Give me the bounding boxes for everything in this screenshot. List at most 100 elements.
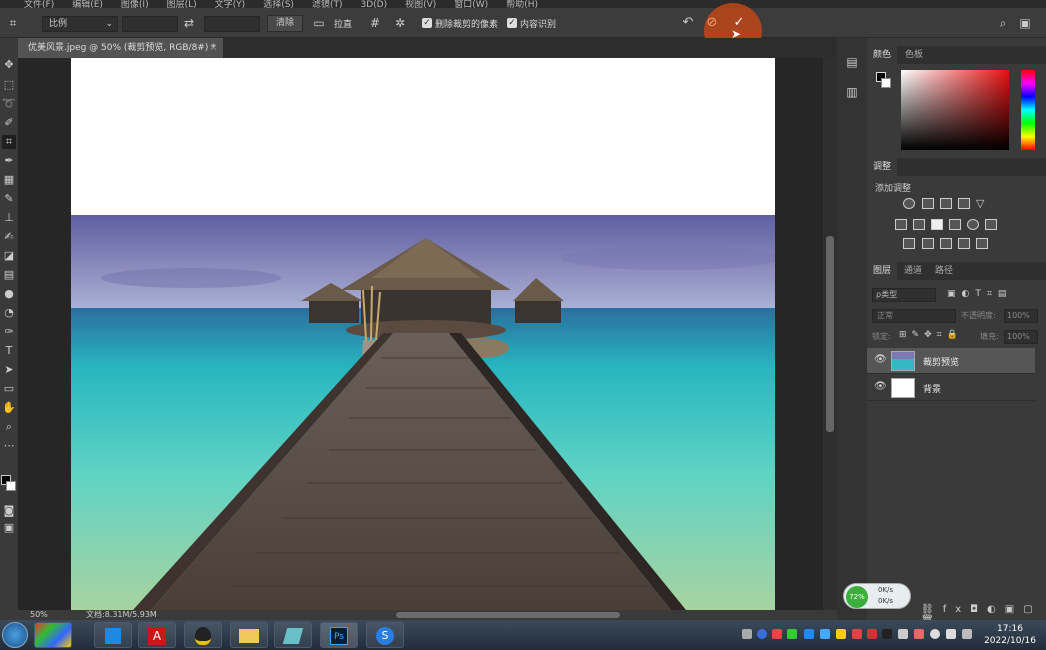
- taskbar-app-sogou[interactable]: S: [366, 622, 404, 648]
- taskbar-app-explorer[interactable]: [230, 622, 268, 648]
- channel-mixer-icon[interactable]: [967, 219, 979, 230]
- workspace-icon[interactable]: ▣: [1018, 16, 1032, 30]
- tray-red-icon[interactable]: [772, 629, 782, 639]
- fill-input[interactable]: 100%: [1004, 330, 1038, 344]
- tab-paths[interactable]: 路径: [929, 262, 959, 280]
- crop-tool-icon[interactable]: ⌗: [2, 135, 16, 149]
- taskbar-app-qq[interactable]: [184, 622, 222, 648]
- grid-overlay-icon[interactable]: #: [368, 16, 382, 30]
- history-panel-icon[interactable]: ▤: [845, 55, 859, 69]
- tab-adjustments[interactable]: 调整: [867, 158, 898, 176]
- brush-tool-icon[interactable]: ✎: [2, 192, 16, 206]
- tray-network-icon[interactable]: [930, 629, 940, 639]
- tray-security-icon[interactable]: [852, 629, 862, 639]
- clone-stamp-tool-icon[interactable]: ⊥: [2, 211, 16, 225]
- black-white-icon[interactable]: [931, 219, 943, 230]
- marquee-tool-icon[interactable]: ⬚: [2, 78, 16, 92]
- gradient-tool-icon[interactable]: ▤: [2, 268, 16, 282]
- vertical-scroll-thumb[interactable]: [826, 236, 834, 432]
- gear-icon[interactable]: ✲: [393, 16, 407, 30]
- tray-app-icon[interactable]: [867, 629, 877, 639]
- eyedropper-tool-icon[interactable]: ✒: [2, 154, 16, 168]
- hue-slider[interactable]: [1021, 70, 1035, 150]
- document-image[interactable]: [71, 58, 775, 610]
- color-balance-icon[interactable]: [913, 219, 925, 230]
- tab-color[interactable]: 颜色: [867, 46, 898, 64]
- canvas-area[interactable]: [18, 58, 823, 610]
- background-swatch[interactable]: [881, 78, 891, 88]
- tray-record-icon[interactable]: [914, 629, 924, 639]
- eye-icon[interactable]: 👁: [874, 354, 887, 365]
- photo-filter-icon[interactable]: [949, 219, 961, 230]
- exposure-icon[interactable]: [958, 198, 970, 209]
- hue-saturation-icon[interactable]: [895, 219, 907, 230]
- eye-icon[interactable]: 👁: [874, 381, 887, 392]
- healing-brush-tool-icon[interactable]: ▦: [2, 173, 16, 187]
- clock-date[interactable]: 2022/10/16: [981, 636, 1039, 646]
- reset-crop-icon[interactable]: ↶: [681, 16, 695, 30]
- tab-channels[interactable]: 通道: [898, 262, 928, 280]
- content-aware-checkbox[interactable]: ✓: [507, 18, 517, 28]
- layer-kind-filter[interactable]: ρ类型: [872, 288, 936, 302]
- taskbar-app-teal[interactable]: [274, 622, 312, 648]
- tab-layers[interactable]: 图层: [867, 262, 898, 280]
- tab-swatches[interactable]: 色板: [899, 46, 929, 64]
- taskbar-app-photoshop[interactable]: Ps: [320, 622, 358, 648]
- tray-volume-icon[interactable]: [898, 629, 908, 639]
- taskbar-app-colorful[interactable]: [34, 622, 72, 648]
- clear-button[interactable]: 清除: [267, 15, 303, 32]
- tray-display-icon[interactable]: [946, 629, 956, 639]
- levels-icon[interactable]: [922, 198, 934, 209]
- color-lookup-icon[interactable]: [985, 219, 997, 230]
- straighten-icon[interactable]: ▭: [312, 16, 326, 30]
- layer-row-crop-preview[interactable]: 👁 裁剪预览: [867, 348, 1035, 374]
- gradient-map-icon[interactable]: [976, 238, 988, 249]
- invert-icon[interactable]: [903, 238, 915, 249]
- blur-tool-icon[interactable]: ●: [2, 287, 16, 301]
- tray-blue-icon[interactable]: [804, 629, 814, 639]
- straighten-label[interactable]: 拉直: [334, 17, 352, 30]
- tray-flag-icon[interactable]: [962, 629, 972, 639]
- eraser-tool-icon[interactable]: ◪: [2, 249, 16, 263]
- screen-mode-icon[interactable]: ▣: [2, 521, 16, 535]
- selective-color-icon[interactable]: [958, 238, 970, 249]
- threshold-icon[interactable]: [940, 238, 952, 249]
- width-input[interactable]: [122, 16, 178, 32]
- rectangle-tool-icon[interactable]: ▭: [2, 382, 16, 396]
- lasso-tool-icon[interactable]: ➰: [2, 97, 16, 111]
- height-input[interactable]: [204, 16, 260, 32]
- taskbar-app-autocad[interactable]: A: [138, 622, 176, 648]
- posterize-icon[interactable]: [922, 238, 934, 249]
- tray-cloud-icon[interactable]: [820, 629, 830, 639]
- tray-help-icon[interactable]: [757, 629, 767, 639]
- zoom-level[interactable]: 50%: [30, 610, 48, 620]
- tray-yellow-icon[interactable]: [836, 629, 846, 639]
- move-tool-icon[interactable]: ✥: [2, 58, 16, 72]
- opacity-input[interactable]: 100%: [1004, 309, 1038, 323]
- horizontal-scroll-thumb[interactable]: [396, 612, 620, 618]
- taskbar-app-blue[interactable]: [94, 622, 132, 648]
- layer-filter-icons[interactable]: ▣◐T⌗▤: [947, 289, 1012, 299]
- network-monitor[interactable]: 72% 0K/s 0K/s: [843, 583, 911, 609]
- zoom-tool-icon[interactable]: ⌕: [2, 420, 16, 434]
- more-tools-icon[interactable]: ⋯: [2, 439, 16, 453]
- tray-keyboard-icon[interactable]: [742, 629, 752, 639]
- brightness-icon[interactable]: [903, 198, 915, 209]
- swap-icon[interactable]: ⇄: [182, 16, 196, 30]
- start-button[interactable]: [2, 622, 28, 648]
- close-icon[interactable]: ×: [209, 38, 217, 58]
- tray-qq-icon[interactable]: [882, 629, 892, 639]
- quick-mask-icon[interactable]: ◙: [2, 504, 16, 518]
- search-icon[interactable]: ⌕: [996, 16, 1010, 30]
- crop-tool-icon[interactable]: ⌗: [6, 16, 20, 30]
- delete-cropped-checkbox[interactable]: ✓: [422, 18, 432, 28]
- vibrance-icon[interactable]: ▽: [976, 198, 988, 209]
- cancel-crop-icon[interactable]: ⊘: [704, 16, 720, 30]
- color-picker-field[interactable]: [901, 70, 1009, 150]
- properties-panel-icon[interactable]: ▥: [845, 85, 859, 99]
- blend-mode-select[interactable]: 正常: [872, 309, 956, 323]
- pen-tool-icon[interactable]: ✑: [2, 325, 16, 339]
- document-tab[interactable]: 优美风景.jpeg @ 50% (裁剪预览, RGB/8#) * ×: [18, 38, 223, 58]
- quick-select-tool-icon[interactable]: ✐: [2, 116, 16, 130]
- type-tool-icon[interactable]: T: [2, 344, 16, 358]
